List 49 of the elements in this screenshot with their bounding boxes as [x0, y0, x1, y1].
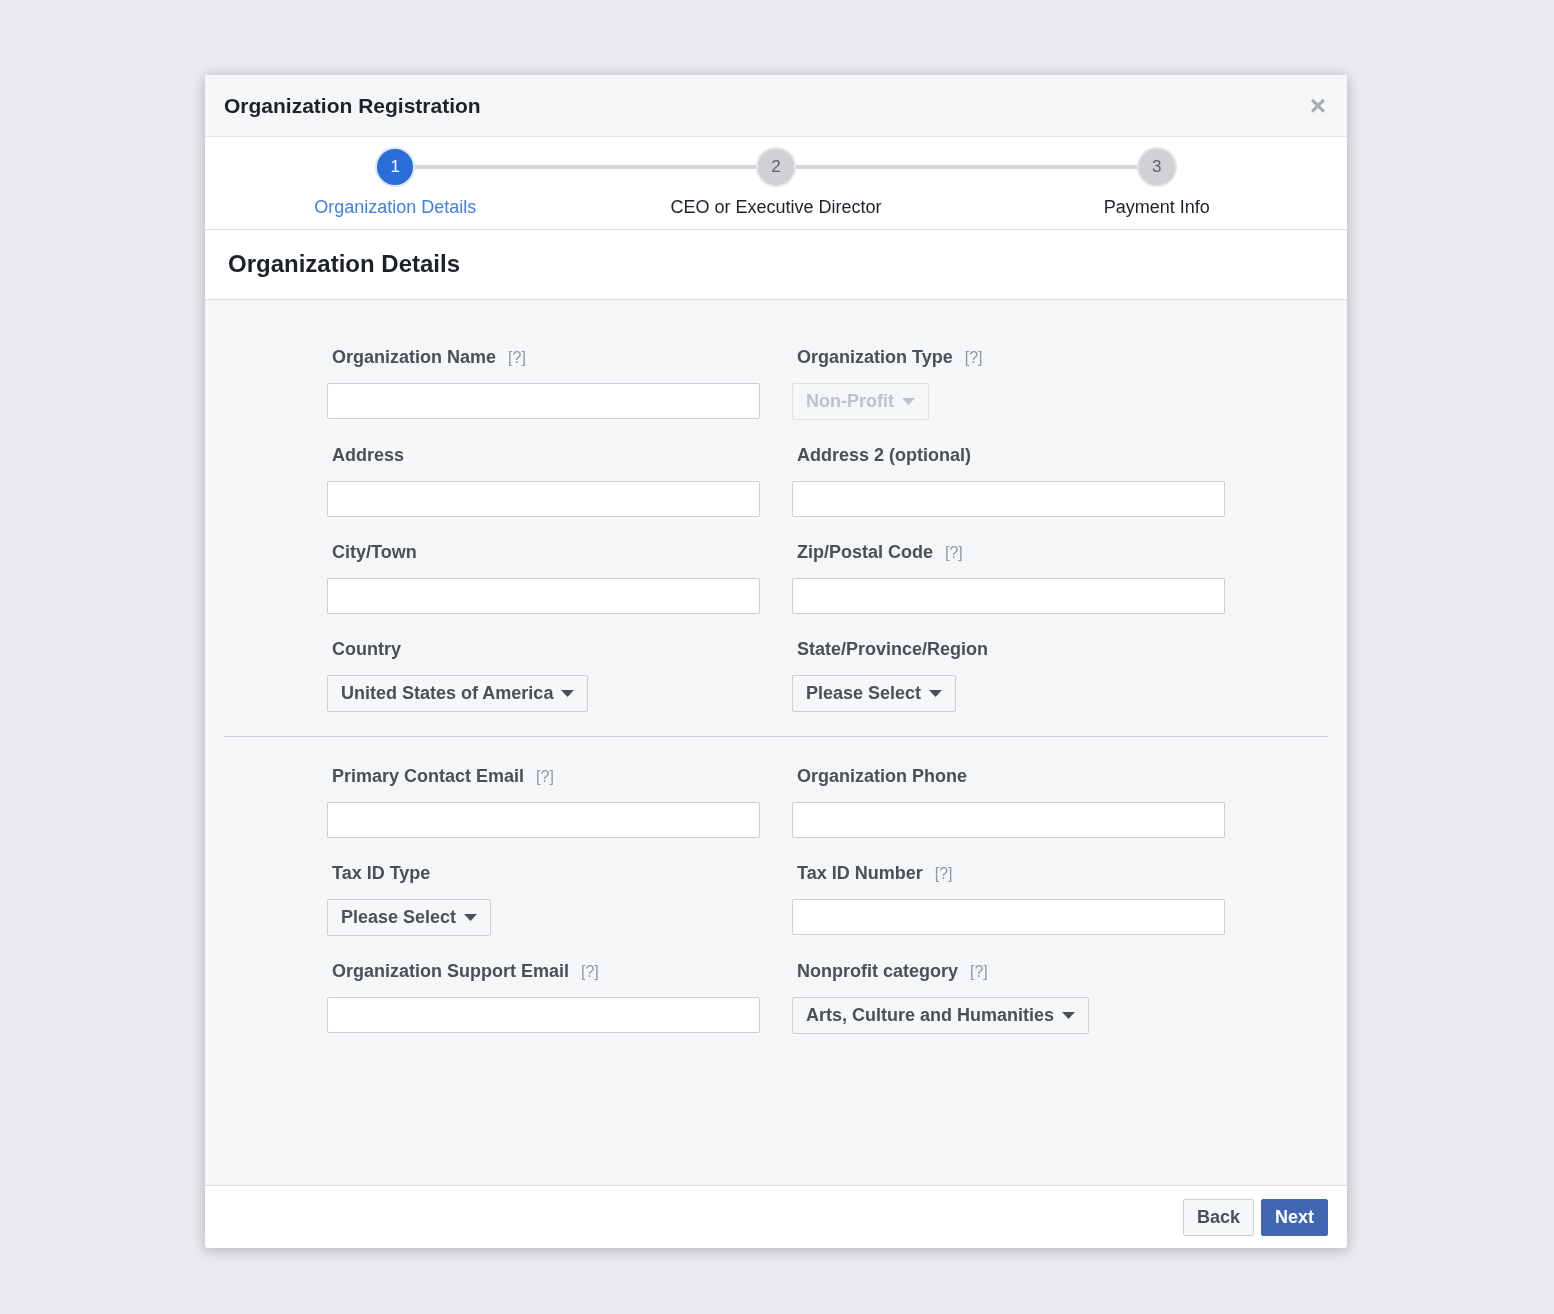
next-button[interactable]: Next	[1261, 1198, 1328, 1236]
close-button[interactable]: ×	[1307, 91, 1328, 120]
step-label[interactable]: CEO or Executive Director	[670, 194, 882, 221]
help-link[interactable]: [?]	[581, 960, 599, 984]
input-field[interactable]	[327, 481, 760, 517]
dropdown-button[interactable]: Please Select	[327, 899, 492, 936]
field-label: Country	[332, 638, 401, 661]
input-field[interactable]	[327, 802, 760, 838]
help-link[interactable]: [?]	[945, 541, 963, 565]
help-link[interactable]: [?]	[536, 765, 554, 789]
caret-icon	[464, 914, 478, 921]
dropdown-button[interactable]: Arts, Culture and Humanities	[792, 997, 1090, 1034]
field-label: Primary Contact Email	[332, 765, 525, 788]
field-label: Organization Name	[332, 346, 497, 369]
step-number[interactable]: 1	[377, 149, 414, 185]
field-label: Address	[332, 444, 405, 467]
step-label[interactable]: Organization Details	[314, 194, 477, 221]
back-button[interactable]: Back	[1182, 1198, 1254, 1236]
input-field[interactable]	[327, 578, 760, 614]
field-label: Zip/Postal Code	[797, 541, 933, 564]
field-label: Organization Type	[797, 346, 953, 369]
help-link[interactable]: [?]	[508, 346, 526, 370]
dropdown-button[interactable]: United States of America	[327, 675, 589, 712]
step-number[interactable]: 2	[758, 149, 794, 185]
field-label: Tax ID Type	[332, 862, 431, 885]
field-label: Address 2 (optional)	[797, 444, 971, 467]
field-label: Organization Support Email	[332, 960, 569, 983]
input-field[interactable]	[792, 802, 1225, 838]
input-field[interactable]	[327, 383, 760, 419]
caret-icon	[902, 398, 915, 405]
help-link[interactable]: [?]	[934, 862, 953, 886]
section-title: Organization Details	[228, 250, 461, 279]
step-label[interactable]: Payment Info	[1103, 194, 1210, 221]
field-label: Tax ID Number	[797, 862, 923, 885]
caret-icon	[929, 690, 943, 697]
input-field[interactable]	[792, 578, 1225, 614]
help-link[interactable]: [?]	[970, 960, 988, 984]
input-field[interactable]	[327, 997, 760, 1033]
caret-icon	[1062, 1012, 1076, 1019]
dialog-title: Organization Registration	[224, 92, 481, 119]
field-label: Organization Phone	[797, 765, 967, 788]
field-label: State/Province/Region	[797, 638, 989, 661]
caret-icon	[561, 690, 575, 697]
input-field[interactable]	[792, 481, 1225, 517]
field-label: Nonprofit category	[797, 960, 958, 983]
step-number[interactable]: 3	[1138, 149, 1175, 185]
field-label: City/Town	[332, 541, 417, 564]
input-field[interactable]	[792, 899, 1225, 935]
dropdown-button[interactable]: Please Select	[792, 675, 957, 712]
